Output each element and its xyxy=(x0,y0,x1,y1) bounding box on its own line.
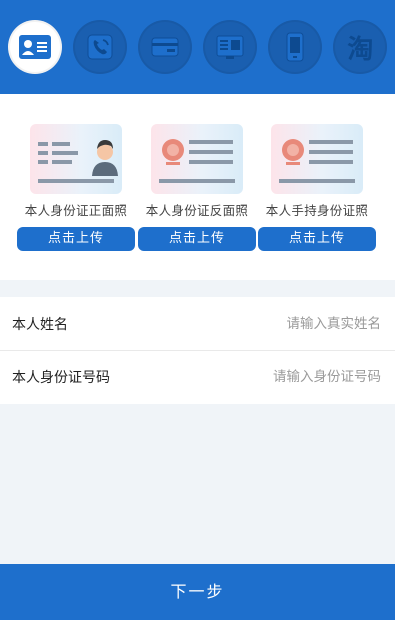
name-input[interactable] xyxy=(181,315,381,332)
id-back-icon xyxy=(151,124,243,194)
upload-card-front: 本人身份证正面照 点击上传 xyxy=(16,124,136,251)
upload-card-handheld: 本人手持身份证照 点击上传 xyxy=(257,124,377,251)
id-number-input[interactable] xyxy=(181,369,381,385)
upload-handheld-button[interactable]: 点击上传 xyxy=(258,227,376,251)
phone-icon xyxy=(87,34,113,60)
mobile-icon xyxy=(286,32,304,62)
tab-id-card[interactable] xyxy=(7,20,62,74)
bank-card-icon xyxy=(151,37,179,57)
identity-form: 本人姓名 本人身份证号码 xyxy=(0,297,395,404)
id-card-icon xyxy=(18,35,51,59)
id-upload-section: 本人身份证正面照 点击上传 本人身份证反面照 点击上传 本人手持身份证照 点击上… xyxy=(0,94,395,280)
name-label: 本人姓名 xyxy=(12,316,68,333)
upload-front-button[interactable]: 点击上传 xyxy=(17,227,135,251)
upload-back-button[interactable]: 点击上传 xyxy=(138,227,256,251)
credit-report-icon xyxy=(216,35,244,59)
id-number-row: 本人身份证号码 xyxy=(0,350,395,403)
tab-phone[interactable] xyxy=(72,20,127,74)
tab-mobile[interactable] xyxy=(268,20,323,74)
name-row: 本人姓名 xyxy=(0,297,395,350)
top-tab-bar: 淘 xyxy=(0,0,395,94)
next-step-button[interactable]: 下一步 xyxy=(0,564,395,620)
upload-card-caption: 本人手持身份证照 xyxy=(265,203,369,218)
tab-taobao[interactable]: 淘 xyxy=(333,20,388,74)
taobao-icon: 淘 xyxy=(347,34,374,65)
id-handheld-icon xyxy=(271,124,363,194)
upload-card-caption: 本人身份证反面照 xyxy=(145,203,249,218)
upload-card-caption: 本人身份证正面照 xyxy=(24,203,128,218)
id-front-icon xyxy=(30,124,122,194)
tab-bank-card[interactable] xyxy=(137,20,192,74)
id-number-label: 本人身份证号码 xyxy=(12,370,110,386)
upload-card-back: 本人身份证反面照 点击上传 xyxy=(137,124,257,251)
tab-credit-report[interactable] xyxy=(203,20,258,74)
